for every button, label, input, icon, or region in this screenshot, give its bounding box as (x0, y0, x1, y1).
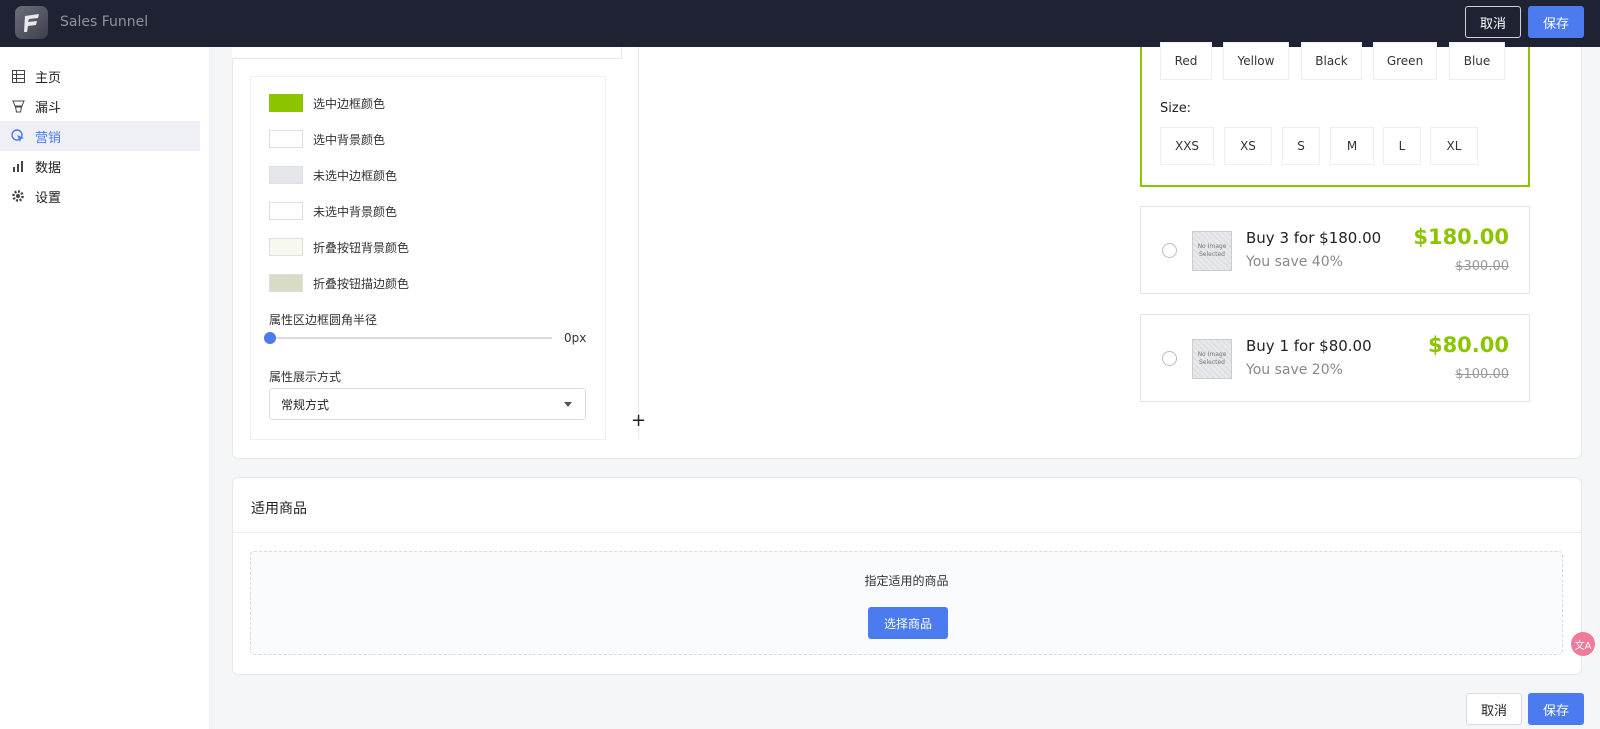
offer-title: Buy 3 for $180.00 (1246, 229, 1382, 247)
offer-original-price: $100.00 (1455, 367, 1509, 382)
display-mode-label: 属性展示方式 (269, 370, 342, 384)
offer-radio[interactable] (1162, 243, 1177, 258)
color-option-blue[interactable]: Blue (1449, 42, 1505, 80)
gear-icon (10, 188, 26, 204)
color-option-yellow[interactable]: Yellow (1223, 42, 1289, 80)
color-setting-selected-background[interactable]: 选中背景颜色 (269, 130, 385, 148)
offer-thumbnail: No Image Selected (1192, 231, 1232, 271)
size-option-xl[interactable]: XL (1430, 127, 1478, 165)
offer-title: Buy 1 for $80.00 (1246, 337, 1372, 355)
thumbnail-placeholder-text: No Image Selected (1197, 351, 1227, 366)
radius-slider-handle[interactable] (264, 332, 276, 344)
sidebar-item-label: 设置 (35, 190, 62, 206)
top-bar: Sales Funnel 取消 保存 (0, 0, 1600, 47)
color-setting-label: 未选中背景颜色 (313, 204, 398, 219)
size-option-l[interactable]: L (1383, 127, 1421, 165)
sidebar-item-settings[interactable]: 设置 (0, 181, 209, 211)
offer-original-price: $300.00 (1455, 259, 1509, 274)
table-icon (10, 68, 26, 84)
sidebar-item-label: 主页 (35, 70, 62, 86)
sidebar-item-funnel[interactable]: 漏斗 (0, 91, 209, 121)
funnel-icon (10, 98, 26, 114)
color-setting-label: 折叠按钮描边颜色 (313, 276, 410, 291)
thumbnail-placeholder-text: No Image Selected (1197, 243, 1227, 258)
app-title: Sales Funnel (60, 14, 149, 30)
translate-icon[interactable]: 文A (1571, 632, 1595, 656)
app-logo (15, 6, 48, 39)
select-products-button[interactable]: 选择商品 (868, 607, 948, 639)
color-setting-label: 折叠按钮背景颜色 (313, 240, 410, 255)
footer-cancel-button[interactable]: 取消 (1466, 693, 1522, 725)
color-setting-label: 选中边框颜色 (313, 96, 386, 111)
bar-chart-icon (10, 158, 26, 174)
offer-savings: You save 20% (1246, 362, 1343, 378)
crosshair-cursor-icon: + (631, 410, 647, 431)
color-swatch[interactable] (269, 274, 303, 292)
color-setting-label: 选中背景颜色 (313, 132, 386, 147)
offer-savings: You save 40% (1246, 254, 1343, 270)
sidebar-item-label: 数据 (35, 160, 62, 176)
sidebar-item-data[interactable]: 数据 (0, 151, 209, 181)
offer-thumbnail: No Image Selected (1192, 339, 1232, 379)
display-mode-select[interactable]: 常规方式 (269, 388, 586, 420)
color-setting-collapse-background[interactable]: 折叠按钮背景颜色 (269, 238, 409, 256)
caret-down-icon (564, 402, 572, 407)
products-section-title: 适用商品 (251, 501, 307, 517)
radius-label: 属性区边框圆角半径 (269, 313, 378, 327)
offer-option[interactable]: No Image Selected Buy 3 for $180.00 You … (1140, 206, 1530, 294)
size-option-xs[interactable]: XS (1224, 127, 1272, 165)
offer-price: $180.00 (1413, 225, 1509, 249)
logo-icon (23, 13, 39, 32)
size-option-s[interactable]: S (1282, 127, 1320, 165)
color-swatch[interactable] (269, 238, 303, 256)
offer-price: $80.00 (1427, 333, 1509, 357)
radius-slider-track[interactable] (269, 337, 552, 339)
column-divider (638, 47, 639, 439)
divider (232, 532, 1582, 533)
offer-radio[interactable] (1162, 351, 1177, 366)
color-setting-collapse-stroke[interactable]: 折叠按钮描边颜色 (269, 274, 409, 292)
sidebar-item-marketing[interactable]: 营销 (0, 121, 200, 151)
sidebar: 主页 漏斗 营销 数据 设置 (0, 47, 210, 729)
color-swatch[interactable] (269, 130, 303, 148)
sidebar-item-label: 营销 (35, 130, 62, 146)
color-option-red[interactable]: Red (1160, 42, 1212, 80)
header-cancel-button[interactable]: 取消 (1465, 6, 1521, 38)
color-setting-label: 未选中边框颜色 (313, 168, 398, 183)
sidebar-item-home[interactable]: 主页 (0, 61, 209, 91)
size-label: Size: (1160, 101, 1192, 116)
products-hint: 指定适用的商品 (864, 574, 949, 588)
color-option-black[interactable]: Black (1301, 42, 1362, 80)
radius-value: 0px (564, 331, 587, 345)
color-swatch[interactable] (269, 202, 303, 220)
sidebar-item-label: 漏斗 (35, 100, 62, 116)
settings-header-strip (232, 47, 622, 59)
cursor-click-icon (10, 128, 26, 144)
color-swatch[interactable] (269, 166, 303, 184)
size-option-m[interactable]: M (1330, 127, 1374, 165)
offer-option[interactable]: No Image Selected Buy 1 for $80.00 You s… (1140, 314, 1530, 402)
size-option-xxs[interactable]: XXS (1160, 127, 1214, 165)
color-swatch[interactable] (269, 94, 303, 112)
products-dropzone (250, 551, 1563, 655)
color-setting-unselected-border[interactable]: 未选中边框颜色 (269, 166, 397, 184)
color-setting-selected-border[interactable]: 选中边框颜色 (269, 94, 385, 112)
header-save-button[interactable]: 保存 (1528, 6, 1584, 38)
footer-save-button[interactable]: 保存 (1528, 693, 1584, 725)
color-option-green[interactable]: Green (1373, 42, 1437, 80)
display-mode-value: 常规方式 (281, 397, 330, 412)
color-setting-unselected-background[interactable]: 未选中背景颜色 (269, 202, 397, 220)
